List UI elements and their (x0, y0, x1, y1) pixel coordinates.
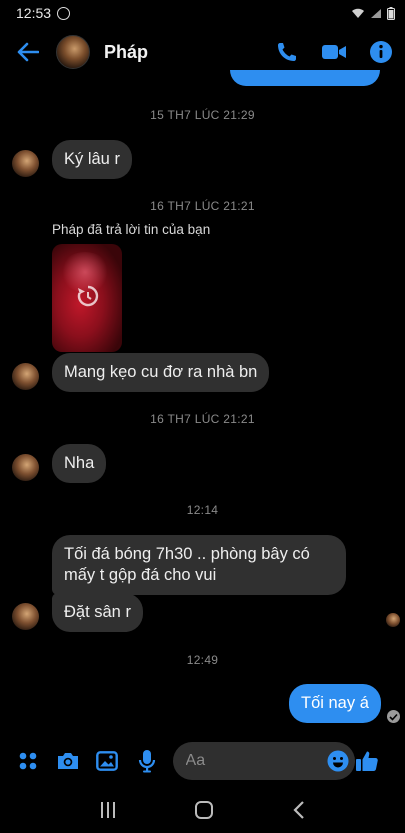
thumbs-up-icon[interactable] (355, 749, 379, 773)
messenger-notification-icon (57, 6, 71, 20)
timestamp: 16 TH7 LÚC 21:21 (150, 412, 255, 426)
sender-avatar[interactable] (12, 150, 39, 177)
header-actions (275, 40, 393, 64)
replay-icon (77, 285, 99, 307)
gallery-icon[interactable] (96, 749, 120, 773)
phone-icon[interactable] (275, 40, 299, 64)
message-bubble-incoming[interactable]: Mang kẹo cu đơ ra nhà bn (52, 353, 270, 392)
message-composer (0, 738, 405, 784)
message-bubble-incoming[interactable]: Nha (52, 444, 107, 483)
message-input-wrapper (172, 742, 356, 780)
message-bubble-incoming[interactable]: Ký lâu r (52, 140, 132, 179)
status-bar: 12:53 (0, 0, 405, 26)
contact-name[interactable]: Pháp (104, 42, 148, 63)
timestamp: 16 TH7 LÚC 21:21 (150, 199, 255, 213)
replied-story-thumbnail[interactable] (52, 244, 122, 352)
recents-icon[interactable] (99, 801, 117, 819)
message-bubble-outgoing[interactable]: Tối nay á (289, 684, 381, 723)
video-call-icon[interactable] (321, 42, 347, 62)
contact-avatar[interactable] (56, 35, 90, 69)
message-bubble-incoming[interactable]: Đặt sân r (52, 593, 143, 632)
message-input[interactable] (185, 752, 326, 770)
nav-back-icon[interactable] (292, 800, 306, 820)
camera-icon[interactable] (56, 749, 80, 773)
timestamp: 15 TH7 LÚC 21:29 (150, 108, 255, 122)
timestamp: 12:14 (186, 503, 219, 517)
system-nav-bar (0, 786, 405, 833)
status-time: 12:53 (16, 5, 52, 21)
seen-indicator-avatar (386, 613, 400, 627)
message-bubble-incoming[interactable]: Tối đá bóng 7h30 .. phòng bây có mấy t g… (52, 535, 346, 595)
timestamp: 12:49 (186, 653, 219, 667)
battery-icon (387, 6, 395, 20)
apps-icon[interactable] (16, 749, 40, 773)
sender-avatar[interactable] (12, 454, 39, 481)
mic-icon[interactable] (135, 749, 159, 773)
delivered-check-icon (387, 710, 400, 723)
status-icons (351, 6, 395, 20)
wifi-icon (352, 8, 364, 18)
info-icon[interactable] (369, 40, 393, 64)
sender-avatar[interactable] (12, 363, 39, 390)
previous-outgoing-bubble (230, 70, 380, 86)
emoji-icon[interactable] (327, 750, 349, 772)
back-arrow-icon[interactable] (14, 38, 42, 66)
home-icon[interactable] (194, 800, 214, 820)
signal-icon (371, 8, 381, 18)
reply-label: Pháp đã trả lời tin của bạn (52, 222, 211, 237)
sender-avatar[interactable] (12, 603, 39, 630)
